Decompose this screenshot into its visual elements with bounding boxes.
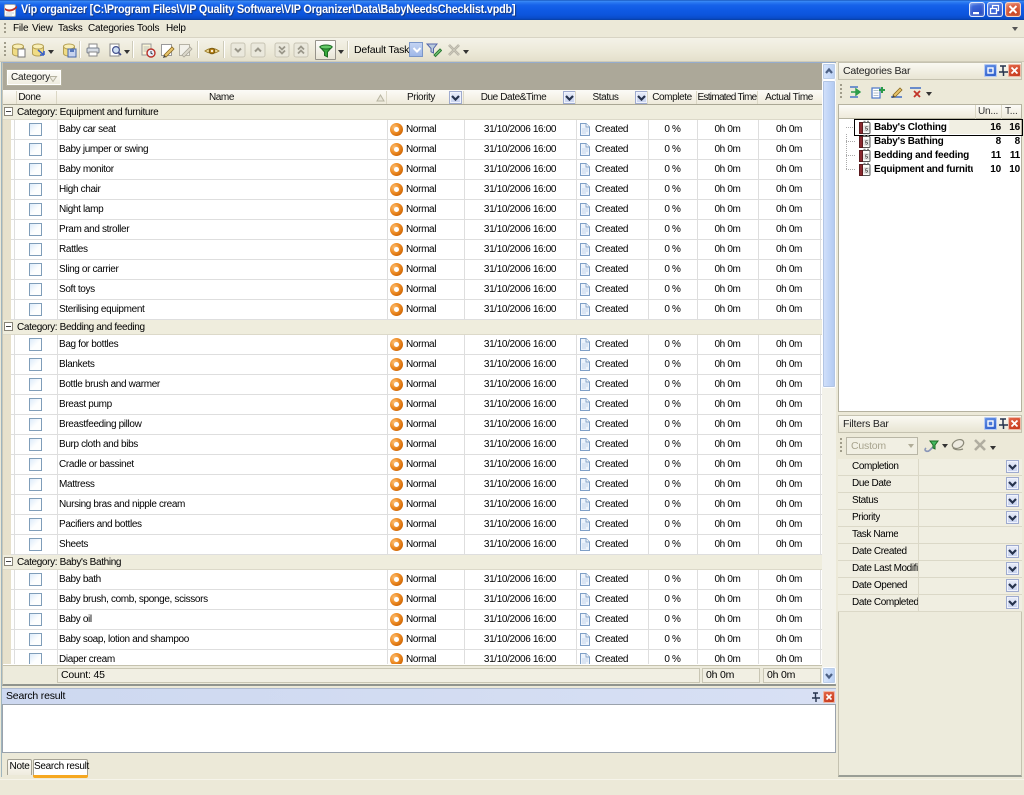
svg-text:5: 5: [865, 169, 868, 175]
svg-text:5: 5: [865, 141, 868, 147]
svg-text:5: 5: [865, 155, 868, 161]
svg-text:5: 5: [865, 127, 868, 133]
